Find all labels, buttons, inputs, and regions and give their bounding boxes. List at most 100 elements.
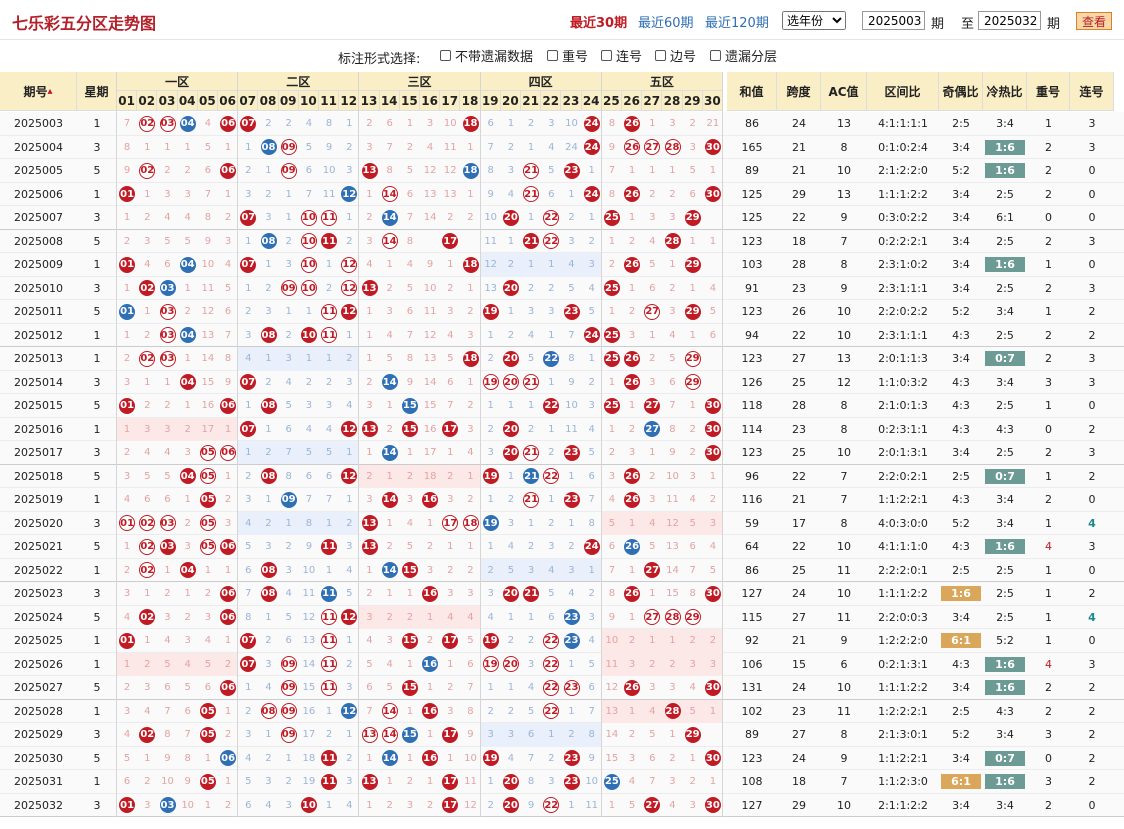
odd-even-cell: 5:2 bbox=[952, 164, 970, 178]
miss-value: 7 bbox=[184, 729, 191, 741]
span-cell: 27 bbox=[792, 610, 806, 624]
miss-value: 7 bbox=[406, 329, 414, 341]
odd-even-highlight: 1:6 bbox=[941, 586, 981, 601]
repeat-cell: 0 bbox=[1045, 751, 1052, 765]
issue-cell: 2025011 bbox=[14, 305, 63, 319]
checkbox-repeat[interactable]: 重号 bbox=[547, 46, 588, 65]
miss-value: 2 bbox=[689, 447, 696, 459]
checkbox-box-icon[interactable] bbox=[655, 50, 666, 61]
zone-ratio-cell: 2:1:1:2:2 bbox=[878, 798, 928, 812]
repeat-cell: 2 bbox=[1045, 140, 1052, 154]
drawn-number-ball: 09 bbox=[280, 656, 297, 673]
odd-even-cell: 5:2 bbox=[952, 516, 970, 530]
checkbox-no-miss[interactable]: 不带遗漏数据 bbox=[440, 46, 533, 65]
miss-value: 2 bbox=[204, 588, 212, 600]
miss-value: 7 bbox=[285, 447, 292, 459]
sum-column-header: 和值 bbox=[727, 72, 777, 111]
checkbox-edge[interactable]: 边号 bbox=[655, 46, 696, 65]
miss-value: 7 bbox=[325, 494, 333, 506]
ac-cell: 10 bbox=[837, 446, 851, 460]
checkbox-miss-layer[interactable]: 遗漏分层 bbox=[710, 46, 777, 65]
miss-value: 1 bbox=[204, 799, 212, 811]
link-recent-120[interactable]: 最近120期 bbox=[705, 12, 769, 31]
miss-value: 8 bbox=[608, 588, 616, 600]
checkbox-consecutive[interactable]: 连号 bbox=[601, 46, 642, 65]
miss-value: 2 bbox=[548, 752, 555, 764]
miss-value: 5 bbox=[649, 259, 656, 271]
consecutive-cell: 3 bbox=[1088, 117, 1096, 131]
drawn-number-ball: 20 bbox=[502, 585, 519, 602]
year-select[interactable]: 选年份 bbox=[782, 11, 846, 30]
link-recent-60[interactable]: 最近60期 bbox=[638, 12, 694, 31]
miss-value: 1 bbox=[285, 212, 292, 224]
miss-value: 11 bbox=[484, 235, 498, 247]
miss-value: 4 bbox=[447, 329, 454, 341]
miss-value: 1 bbox=[164, 376, 171, 388]
miss-value: 2 bbox=[426, 799, 434, 811]
drawn-number-ball: 06 bbox=[220, 115, 237, 132]
miss-value: 1 bbox=[184, 141, 191, 153]
checkbox-box-icon[interactable] bbox=[547, 50, 558, 61]
number-header: 13 bbox=[359, 91, 380, 111]
miss-value: 4 bbox=[386, 329, 393, 341]
issue-from-input[interactable] bbox=[862, 11, 925, 30]
sum-cell: 123 bbox=[741, 305, 763, 319]
hot-cold-cell: 4:3 bbox=[996, 704, 1014, 718]
miss-value: 4 bbox=[689, 494, 696, 506]
group-separator bbox=[0, 816, 1124, 817]
miss-value: 8 bbox=[386, 165, 393, 177]
repeat-cell: 1 bbox=[1045, 610, 1052, 624]
drawn-number-ball: 09 bbox=[280, 162, 297, 179]
miss-value: 1 bbox=[447, 752, 454, 764]
miss-value: 4 bbox=[467, 447, 474, 459]
checkbox-box-icon[interactable] bbox=[440, 50, 451, 61]
miss-value: 3 bbox=[406, 494, 414, 506]
miss-value: 7 bbox=[447, 400, 454, 412]
miss-value: 1 bbox=[628, 564, 636, 576]
miss-value: 1 bbox=[608, 235, 616, 247]
issue-cell: 2025024 bbox=[14, 610, 63, 624]
miss-value: 1 bbox=[467, 282, 474, 294]
miss-value: 1 bbox=[628, 165, 636, 177]
hot-cold-cell: 2:5 bbox=[996, 281, 1014, 295]
miss-value: 8 bbox=[467, 705, 474, 717]
miss-value: 2 bbox=[487, 705, 494, 717]
miss-value: 1 bbox=[426, 682, 434, 694]
issue-cell: 2025013 bbox=[14, 352, 63, 366]
miss-value: 4 bbox=[346, 400, 353, 412]
link-recent-30[interactable]: 最近30期 bbox=[570, 12, 627, 31]
miss-value: 10 bbox=[565, 400, 578, 412]
miss-value: 2 bbox=[628, 635, 636, 647]
miss-value: 8 bbox=[204, 212, 212, 224]
drawn-number-ball: 04 bbox=[179, 562, 196, 579]
miss-value: 3 bbox=[628, 329, 636, 341]
miss-value: 2 bbox=[467, 400, 474, 412]
miss-value: 3 bbox=[285, 353, 292, 365]
miss-value: 5 bbox=[144, 470, 151, 482]
sort-icon[interactable]: ▴ bbox=[47, 86, 52, 97]
miss-value: 1 bbox=[447, 541, 454, 553]
miss-value: 3 bbox=[265, 776, 272, 788]
view-button[interactable]: 查看 bbox=[1076, 12, 1112, 30]
miss-value: 2 bbox=[285, 329, 292, 341]
ac-cell: 8 bbox=[840, 728, 848, 742]
miss-value: 2 bbox=[245, 165, 252, 177]
issue-to-input[interactable] bbox=[978, 11, 1041, 30]
consecutive-cell: 2 bbox=[1088, 775, 1096, 789]
drawn-number-ball: 03 bbox=[159, 280, 176, 297]
issue-cell: 2025018 bbox=[14, 469, 63, 483]
drawn-number-ball: 10 bbox=[300, 256, 317, 273]
checkbox-box-icon[interactable] bbox=[601, 50, 612, 61]
miss-value: 8 bbox=[285, 470, 292, 482]
zone-header: 一区 bbox=[117, 72, 239, 91]
zone-ratio-cell: 1:1:2:2:1 bbox=[878, 493, 928, 507]
miss-value: 2 bbox=[447, 564, 454, 576]
checkbox-box-icon[interactable] bbox=[710, 50, 721, 61]
drawn-number-ball: 14 bbox=[381, 750, 398, 767]
drawn-number-ball: 11 bbox=[321, 679, 338, 696]
repeat-cell: 2 bbox=[1045, 187, 1052, 201]
miss-value: 3 bbox=[144, 682, 151, 694]
miss-value: 5 bbox=[224, 282, 232, 294]
issue-column-header: 期号 ▴ bbox=[0, 72, 77, 111]
miss-value: 8 bbox=[245, 611, 252, 623]
